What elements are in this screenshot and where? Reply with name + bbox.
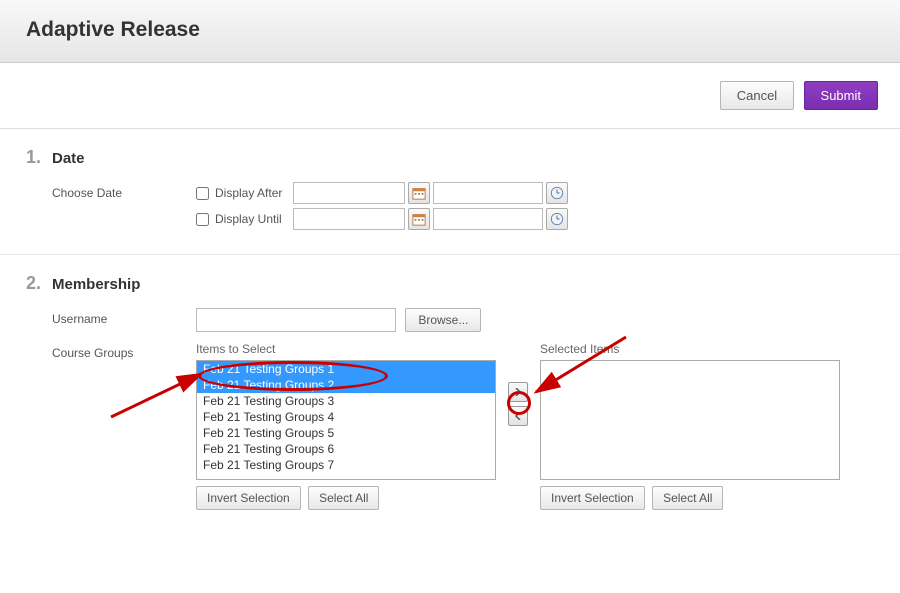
list-item[interactable]: Feb 21 Testing Groups 5 — [197, 425, 495, 441]
list-item[interactable]: Feb 21 Testing Groups 6 — [197, 441, 495, 457]
section-date: 1. Date Choose Date Display After Displa… — [0, 129, 900, 255]
cancel-button[interactable]: Cancel — [720, 81, 794, 110]
move-right-button[interactable] — [508, 382, 528, 402]
selected-items-label: Selected Items — [540, 342, 840, 356]
list-item[interactable]: Feb 21 Testing Groups 2 — [197, 377, 495, 393]
calendar-icon[interactable] — [408, 208, 430, 230]
step-number-1: 1. — [26, 147, 52, 168]
username-input[interactable] — [196, 308, 396, 332]
page-header: Adaptive Release — [0, 0, 900, 63]
course-groups-label: Course Groups — [26, 342, 196, 510]
action-bar: Cancel Submit — [0, 63, 900, 129]
display-after-date-input[interactable] — [293, 182, 405, 204]
display-until-time-input[interactable] — [433, 208, 543, 230]
page-title: Adaptive Release — [26, 18, 874, 42]
display-until-checkbox[interactable] — [196, 213, 209, 226]
selected-items-listbox[interactable] — [540, 360, 840, 480]
calendar-icon[interactable] — [408, 182, 430, 204]
invert-selection-left-button[interactable]: Invert Selection — [196, 486, 301, 510]
select-all-right-button[interactable]: Select All — [652, 486, 723, 510]
section-membership: 2. Membership Username Browse... Course … — [0, 255, 900, 530]
chevron-left-icon — [514, 412, 522, 420]
display-after-label: Display After — [215, 186, 293, 200]
clock-icon[interactable] — [546, 182, 568, 204]
display-after-time-input[interactable] — [433, 182, 543, 204]
step-title-date: Date — [52, 150, 85, 167]
items-to-select-label: Items to Select — [196, 342, 496, 356]
display-until-label: Display Until — [215, 212, 293, 226]
chevron-right-icon — [514, 388, 522, 396]
submit-button[interactable]: Submit — [804, 81, 878, 110]
list-item[interactable]: Feb 21 Testing Groups 7 — [197, 457, 495, 473]
list-item[interactable]: Feb 21 Testing Groups 1 — [197, 361, 495, 377]
select-all-left-button[interactable]: Select All — [308, 486, 379, 510]
clock-icon[interactable] — [546, 208, 568, 230]
available-items-listbox[interactable]: Feb 21 Testing Groups 1Feb 21 Testing Gr… — [196, 360, 496, 480]
move-left-button[interactable] — [508, 406, 528, 426]
username-label: Username — [26, 308, 196, 332]
step-title-membership: Membership — [52, 276, 140, 293]
choose-date-label: Choose Date — [26, 182, 196, 234]
browse-button[interactable]: Browse... — [405, 308, 481, 332]
display-after-checkbox[interactable] — [196, 187, 209, 200]
list-item[interactable]: Feb 21 Testing Groups 3 — [197, 393, 495, 409]
list-item[interactable]: Feb 21 Testing Groups 4 — [197, 409, 495, 425]
step-number-2: 2. — [26, 273, 52, 294]
invert-selection-right-button[interactable]: Invert Selection — [540, 486, 645, 510]
display-until-date-input[interactable] — [293, 208, 405, 230]
